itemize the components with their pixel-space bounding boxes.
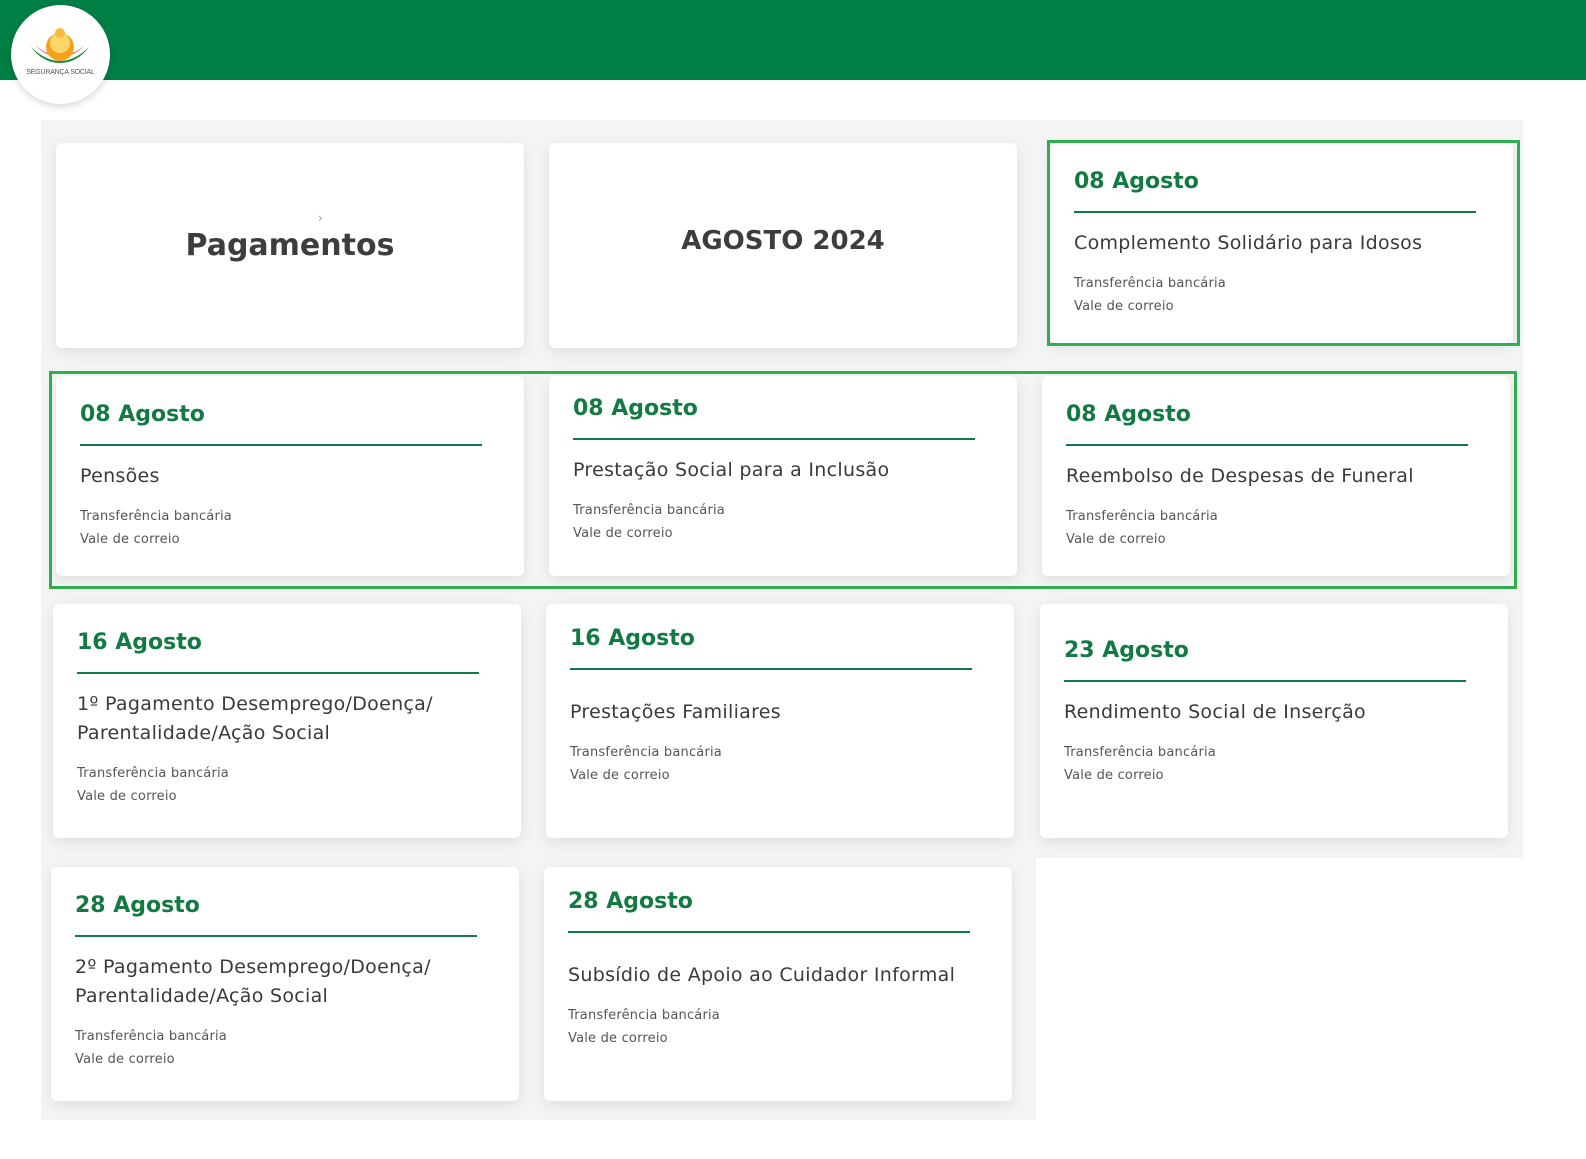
payment-date: 28 Agosto [568, 889, 693, 914]
divider [568, 931, 970, 933]
benefit-name: Prestações Familiares [570, 701, 781, 723]
payment-date: 08 Agosto [1066, 402, 1191, 427]
payment-method: Vale de correio [80, 532, 180, 547]
payment-card[interactable]: 08 Agosto Complemento Solidário para Ido… [1050, 143, 1513, 343]
payment-method: Transferência bancária [568, 1008, 720, 1023]
payment-card[interactable]: 08 Agosto Prestação Social para a Inclus… [549, 376, 1017, 576]
payment-method: Transferência bancária [1074, 276, 1226, 291]
benefit-name: Subsídio de Apoio ao Cuidador Informal [568, 964, 956, 986]
payment-card[interactable]: 16 Agosto Prestações Familiares Transfer… [546, 604, 1014, 838]
payment-method: Transferência bancária [77, 766, 229, 781]
section-title: Pagamentos [185, 228, 395, 263]
payment-date: 08 Agosto [573, 396, 698, 421]
payment-method: Transferência bancária [570, 745, 722, 760]
month-title: AGOSTO 2024 [681, 225, 885, 256]
divider [77, 672, 479, 674]
payment-method: Transferência bancária [75, 1029, 227, 1044]
divider [1066, 444, 1468, 446]
benefit-name: Rendimento Social de Inserção [1064, 701, 1366, 723]
payment-method: Transferência bancária [1066, 509, 1218, 524]
payment-card[interactable]: 08 Agosto Reembolso de Despesas de Funer… [1042, 376, 1510, 576]
payment-method: Transferência bancária [573, 503, 725, 518]
payment-date: 08 Agosto [80, 402, 205, 427]
month-title-card: AGOSTO 2024 [549, 143, 1017, 348]
benefit-name: 1º Pagamento Desemprego/Doença/ Parental… [77, 693, 433, 744]
payment-date: 28 Agosto [75, 893, 200, 918]
divider [75, 935, 477, 937]
payment-card[interactable]: 28 Agosto Subsídio de Apoio ao Cuidador … [544, 867, 1012, 1101]
section-title-card: › Pagamentos [56, 143, 524, 348]
payment-method: Vale de correio [1064, 768, 1164, 783]
payment-date: 08 Agosto [1074, 169, 1199, 194]
benefit-name: 2º Pagamento Desemprego/Doença/ Parental… [75, 956, 431, 1007]
logo-text: SEGURANÇA SOCIAL [26, 69, 95, 76]
payment-method: Vale de correio [1066, 532, 1166, 547]
payment-method: Vale de correio [75, 1052, 175, 1067]
payment-date: 16 Agosto [570, 626, 695, 651]
payment-date: 16 Agosto [77, 630, 202, 655]
seguranca-social-logo[interactable]: SEGURANÇA SOCIAL [11, 5, 110, 104]
logo-emblem-icon [31, 28, 89, 63]
payment-method: Vale de correio [573, 526, 673, 541]
payment-card[interactable]: 08 Agosto Pensões Transferência bancária… [56, 376, 524, 576]
divider [80, 444, 482, 446]
benefit-name: Pensões [80, 465, 160, 487]
payment-method: Transferência bancária [1064, 745, 1216, 760]
benefit-name: Complemento Solidário para Idosos [1074, 232, 1423, 254]
payment-method: Vale de correio [77, 789, 177, 804]
benefit-name: Reembolso de Despesas de Funeral [1066, 465, 1414, 487]
payment-date: 23 Agosto [1064, 638, 1189, 663]
payment-method: Transferência bancária [80, 509, 232, 524]
payment-card[interactable]: 16 Agosto 1º Pagamento Desemprego/Doença… [53, 604, 521, 838]
divider [573, 438, 975, 440]
benefit-name: Prestação Social para a Inclusão [573, 459, 890, 481]
top-header-bar [0, 0, 1586, 80]
chevron-right-icon: › [318, 211, 323, 225]
divider [570, 668, 972, 670]
divider [1064, 680, 1466, 682]
divider [1074, 211, 1476, 213]
payment-method: Vale de correio [1074, 299, 1174, 314]
payment-card[interactable]: 28 Agosto 2º Pagamento Desemprego/Doença… [51, 867, 519, 1101]
payment-method: Vale de correio [570, 768, 670, 783]
payment-card[interactable]: 23 Agosto Rendimento Social de Inserção … [1040, 604, 1508, 838]
payment-method: Vale de correio [568, 1031, 668, 1046]
